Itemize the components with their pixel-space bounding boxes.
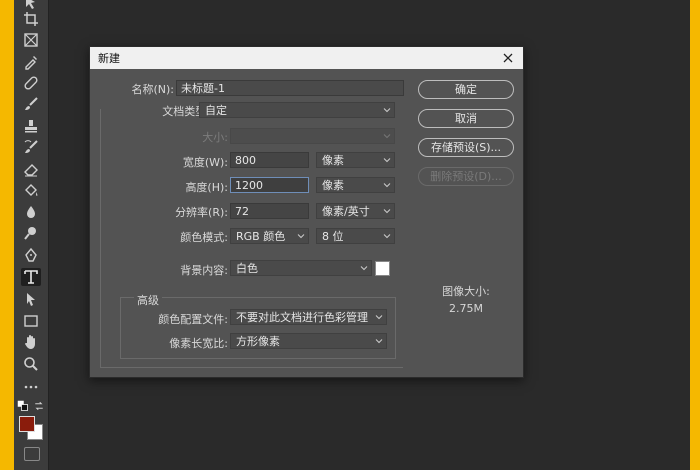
color-profile-label: 颜色配置文件:: [158, 313, 228, 326]
ok-button[interactable]: 确定: [418, 80, 514, 99]
chevron-down-icon: [375, 337, 383, 345]
image-size-value: 2.75M: [449, 302, 483, 315]
chevron-down-icon: [297, 232, 305, 240]
background-contents-label: 背景内容:: [180, 264, 228, 277]
delete-preset-button[interactable]: 删除预设(D)...: [418, 167, 514, 186]
close-icon[interactable]: [501, 51, 515, 65]
new-document-dialog: 新建 名称(N): 未标题-1 文档类型: 自定 大小: 宽度(W): 800 …: [89, 46, 524, 378]
eraser-tool-icon[interactable]: [21, 160, 41, 178]
quick-mask-icon[interactable]: [24, 447, 40, 461]
height-input[interactable]: 1200: [230, 177, 309, 193]
chevron-down-icon: [383, 181, 391, 189]
background-contents-value: 白色: [236, 262, 258, 275]
bit-depth-select[interactable]: 8 位: [316, 228, 395, 244]
background-color-swatch-preview[interactable]: [375, 261, 390, 276]
path-selection-tool-icon[interactable]: [21, 290, 41, 308]
color-mode-value: RGB 颜色: [236, 230, 286, 243]
resolution-input[interactable]: 72: [230, 203, 309, 219]
tools-panel: [14, 0, 49, 470]
resolution-unit-value: 像素/英寸: [322, 205, 370, 218]
pen-tool-icon[interactable]: [21, 246, 41, 264]
width-unit-value: 像素: [322, 154, 344, 167]
chevron-down-icon: [383, 132, 391, 140]
right-frame-accent: [690, 0, 700, 470]
width-unit-select[interactable]: 像素: [316, 152, 395, 168]
blur-tool-icon[interactable]: [21, 203, 41, 221]
chevron-down-icon: [383, 207, 391, 215]
height-unit-select[interactable]: 像素: [316, 177, 395, 193]
more-tools-icon[interactable]: [21, 378, 41, 396]
chevron-down-icon: [383, 156, 391, 164]
pixel-aspect-ratio-select[interactable]: 方形像素: [230, 333, 387, 349]
cancel-button[interactable]: 取消: [418, 109, 514, 128]
image-size-label: 图像大小:: [442, 285, 490, 298]
color-mode-label: 颜色模式:: [180, 231, 228, 244]
name-input[interactable]: 未标题-1: [176, 80, 404, 96]
pixel-aspect-ratio-label: 像素长宽比:: [169, 337, 228, 350]
hand-tool-icon[interactable]: [21, 333, 41, 351]
color-profile-value: 不要对此文档进行色彩管理: [236, 311, 368, 324]
width-input[interactable]: 800: [230, 152, 309, 168]
dialog-titlebar: 新建: [90, 47, 523, 69]
bit-depth-value: 8 位: [322, 230, 344, 243]
left-frame-accent: [0, 0, 14, 470]
height-unit-value: 像素: [322, 179, 344, 192]
eyedropper-tool-icon[interactable]: [21, 53, 41, 71]
name-label: 名称(N):: [131, 83, 174, 96]
color-profile-select[interactable]: 不要对此文档进行色彩管理: [230, 309, 387, 325]
clone-stamp-tool-icon[interactable]: [21, 117, 41, 135]
pixel-aspect-ratio-value: 方形像素: [236, 335, 280, 348]
chevron-down-icon: [383, 232, 391, 240]
crop-tool-icon[interactable]: [21, 10, 41, 28]
save-preset-button[interactable]: 存储预设(S)...: [418, 138, 514, 157]
dialog-title: 新建: [98, 52, 120, 65]
rectangle-tool-icon[interactable]: [21, 312, 41, 330]
type-tool-icon[interactable]: [21, 268, 41, 286]
resolution-unit-select[interactable]: 像素/英寸: [316, 203, 395, 219]
size-select[interactable]: [230, 128, 395, 144]
background-contents-select[interactable]: 白色: [230, 260, 372, 276]
chevron-down-icon: [375, 313, 383, 321]
document-type-label: 文档类型:: [162, 105, 210, 118]
default-colors-icon[interactable]: [17, 397, 29, 415]
color-mode-select[interactable]: RGB 颜色: [230, 228, 309, 244]
resolution-label: 分辨率(R):: [175, 206, 228, 219]
zoom-tool-icon[interactable]: [21, 355, 41, 373]
healing-brush-tool-icon[interactable]: [21, 74, 41, 92]
frame-tool-icon[interactable]: [21, 31, 41, 49]
width-label: 宽度(W):: [182, 156, 228, 169]
history-brush-tool-icon[interactable]: [21, 138, 41, 156]
paint-bucket-tool-icon[interactable]: [21, 181, 41, 199]
document-type-select[interactable]: 自定: [199, 102, 395, 118]
chevron-down-icon: [360, 264, 368, 272]
advanced-label: 高级: [134, 292, 162, 308]
document-type-value: 自定: [205, 104, 227, 117]
dodge-tool-icon[interactable]: [21, 224, 41, 242]
size-label: 大小:: [202, 131, 228, 144]
swap-colors-icon[interactable]: [33, 397, 45, 415]
foreground-color-swatch[interactable]: [19, 416, 35, 432]
chevron-down-icon: [383, 106, 391, 114]
height-label: 高度(H):: [185, 181, 228, 194]
brush-tool-icon[interactable]: [21, 95, 41, 113]
